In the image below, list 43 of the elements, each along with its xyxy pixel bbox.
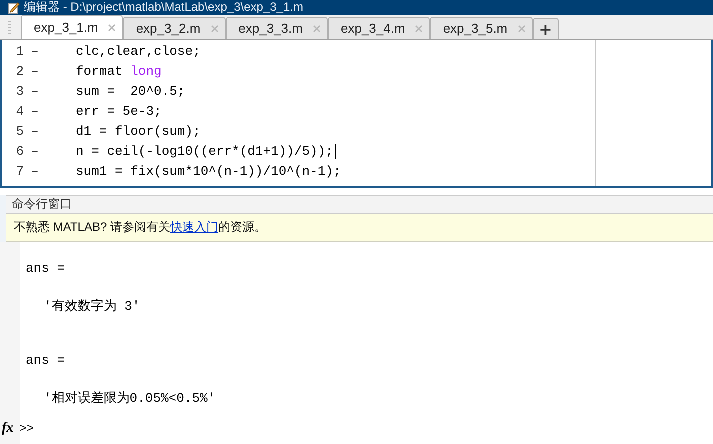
- output-line: '有效数字为 3': [44, 298, 142, 316]
- file-tab[interactable]: exp_3_5.m: [430, 17, 533, 39]
- line-number: 4: [15, 104, 24, 118]
- command-prompt[interactable]: >>: [20, 422, 34, 436]
- line-number: 7: [15, 164, 24, 178]
- window-title: 编辑器 - D:\project\matlab\MatLab\exp_3\exp_3_1.m: [24, 0, 304, 16]
- close-icon[interactable]: [415, 24, 424, 32]
- line-number: 2: [15, 64, 24, 78]
- getting-started-link[interactable]: 快速入门: [170, 220, 218, 234]
- new-tab-button[interactable]: +: [532, 18, 559, 39]
- code-line: n = ceil(-log10((err*(d1+1))/5));: [76, 144, 336, 158]
- code-line: d1 = floor(sum);: [76, 124, 201, 138]
- output-line: '相对误差限为0.05%<0.5%': [44, 390, 217, 408]
- line-number: 1: [15, 44, 24, 58]
- code-line: sum = 20^0.5;: [76, 84, 186, 98]
- breakpoint-marker: –: [30, 44, 40, 58]
- breakpoint-marker: –: [30, 84, 40, 98]
- code-line: format long: [76, 64, 162, 78]
- file-tab[interactable]: exp_3_3.m: [226, 17, 328, 39]
- line-number: 5: [15, 124, 24, 138]
- code-line: clc,clear,close;: [76, 44, 201, 58]
- file-tab[interactable]: exp_3_1.m: [21, 15, 124, 39]
- banner-text: 不熟悉 MATLAB? 请参阅有关快速入门的资源。: [14, 219, 266, 236]
- fx-icon: fx: [2, 421, 14, 437]
- breakpoint-marker: –: [30, 64, 40, 78]
- output-line: ans =: [26, 352, 66, 370]
- code-line: err = 5e-3;: [76, 104, 162, 118]
- breakpoint-marker: –: [30, 164, 40, 178]
- file-tab[interactable]: exp_3_4.m: [328, 17, 430, 39]
- output-line: ans =: [26, 260, 66, 278]
- line-number: 3: [15, 84, 24, 98]
- close-icon[interactable]: [518, 24, 526, 32]
- file-tab[interactable]: exp_3_2.m: [123, 17, 226, 39]
- breakpoint-marker: –: [30, 104, 40, 118]
- panel-title: 命令行窗口: [6, 195, 713, 214]
- close-icon[interactable]: [210, 24, 219, 32]
- breakpoint-marker: –: [30, 144, 40, 158]
- grip-icon: [8, 21, 11, 35]
- close-icon[interactable]: [108, 24, 116, 32]
- breakpoint-marker: –: [30, 124, 40, 138]
- close-icon[interactable]: [312, 24, 321, 32]
- line-number: 6: [15, 144, 24, 158]
- code-line: sum1 = fix(sum*10^(n-1))/10^(n-1);: [76, 164, 342, 178]
